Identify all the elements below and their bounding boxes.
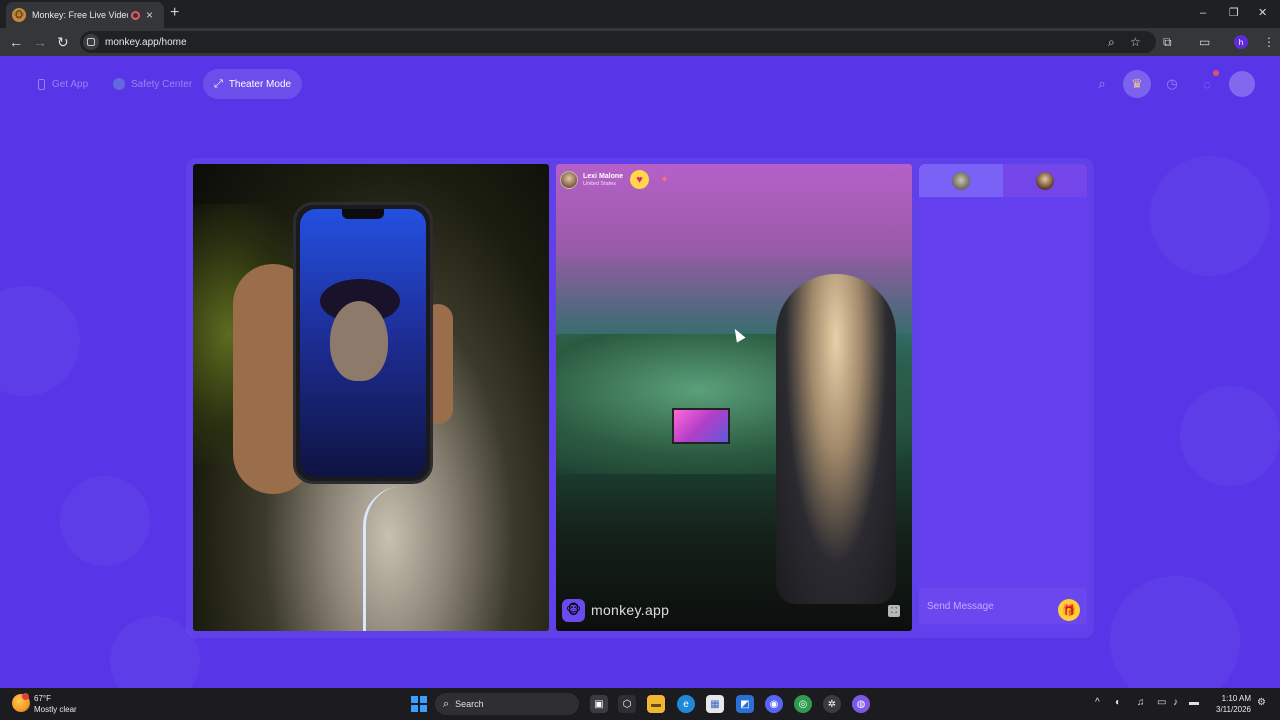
shield-icon (113, 78, 125, 90)
tab-close-icon[interactable]: × (146, 9, 153, 21)
phone-screen (300, 209, 426, 477)
remote-video (556, 164, 912, 631)
close-window-button[interactable]: ✕ (1258, 6, 1267, 20)
clock-date[interactable]: 3/11/2026 (1209, 705, 1251, 714)
browser-tab-bar: 🐵 Monkey: Free Live Video Chat × + – ❐ ✕ (0, 0, 1280, 28)
back-arrow-icon[interactable]: ← (9, 34, 23, 50)
avatar[interactable] (1229, 71, 1255, 97)
search-icon: ⌕ (443, 697, 450, 710)
zoom-icon[interactable]: ⌕ (1108, 36, 1115, 48)
chat-panel (919, 164, 1087, 631)
background-blob (1150, 156, 1270, 276)
bookmark-star-icon[interactable]: ☆ (1130, 36, 1141, 48)
site-info-icon[interactable] (83, 34, 99, 50)
heart-icon[interactable]: ♥ (630, 170, 649, 189)
tray-app-icon[interactable]: ◐ (1115, 697, 1121, 709)
extensions-icon[interactable]: ⧉ (1163, 35, 1172, 49)
tab-title: Monkey: Free Live Video Chat (32, 10, 128, 20)
remote-user-chip[interactable]: Lexi Malone United States (560, 169, 623, 191)
monkey-app-page: Get App Safety Center ⤢ Theater Mode ⌕ ♛… (0, 56, 1280, 688)
face (330, 301, 388, 381)
url-text: monkey.app/home (105, 36, 187, 48)
get-app-label: Get App (52, 78, 89, 90)
get-app-button[interactable]: Get App (27, 69, 99, 99)
safety-center-button[interactable]: Safety Center (102, 69, 203, 99)
reward-icon[interactable]: ✦ (657, 172, 672, 187)
tv (672, 408, 730, 444)
crown-icon[interactable]: ♛ (1123, 70, 1151, 98)
profile-avatar[interactable]: h (1234, 35, 1248, 49)
windows-icon[interactable] (411, 696, 427, 712)
phone-notch (342, 209, 384, 219)
theater-mode-button[interactable]: ⤢ Theater Mode (203, 69, 303, 99)
monkey-favicon-icon: 🐵 (12, 8, 26, 22)
search-icon[interactable]: ⌕ (1090, 72, 1114, 96)
remote-user-name: Lexi Malone (583, 172, 624, 180)
file-explorer-icon[interactable]: ▬ (647, 695, 665, 713)
edge-icon[interactable]: e (677, 695, 695, 713)
battery-icon[interactable]: ▬ (1189, 697, 1199, 709)
browser-tab[interactable]: 🐵 Monkey: Free Live Video Chat × (6, 2, 164, 28)
weather-desc: Mostly clear (34, 705, 77, 714)
browser-toolbar: ← → ↻ monkey.app/home ⌕ ☆ ⧉ ▭ h ⋮ (0, 28, 1280, 56)
side-panel-icon[interactable]: ▭ (1199, 35, 1210, 49)
weather-temp: 67°F (34, 694, 51, 703)
remote-user-avatar (560, 171, 578, 189)
restore-button[interactable]: ❐ (1229, 6, 1239, 20)
remote-person (776, 274, 896, 604)
weather-badge (22, 693, 29, 700)
fullscreen-icon[interactable]: ⛶ (888, 605, 900, 617)
theater-mode-icon: ⤢ (214, 77, 223, 90)
menu-dots-icon[interactable]: ⋮ (1263, 35, 1275, 49)
new-tab-button[interactable]: + (170, 5, 179, 21)
chrome-icon[interactable]: ◎ (794, 695, 812, 713)
chatgpt-icon[interactable]: ✲ (823, 695, 841, 713)
message-placeholder: Send Message (927, 600, 994, 612)
taskbar-search[interactable]: ⌕ Search (435, 693, 579, 715)
editor-icon[interactable]: ◩ (736, 695, 754, 713)
discord-icon[interactable]: ◉ (765, 695, 783, 713)
task-view-icon[interactable]: ▣ (590, 695, 608, 713)
copilot-icon[interactable]: ⬡ (618, 695, 636, 713)
store-icon[interactable]: ▦ (706, 695, 724, 713)
recording-icon (131, 10, 140, 20)
minimize-button[interactable]: – (1200, 6, 1206, 20)
remote-user-country: United States (583, 180, 617, 187)
local-video (193, 164, 549, 631)
monkey-logo-icon: 🐵 (562, 598, 585, 622)
tray-overflow-icon[interactable]: ^ (1095, 697, 1100, 709)
gift-icon[interactable]: 🎁 (1058, 599, 1080, 621)
forward-arrow-icon[interactable]: → (33, 34, 47, 50)
safety-center-label: Safety Center (131, 78, 193, 90)
windows-taskbar: 67°F Mostly clear ⌕ Search ▣ ⬡ ▬ e ▦ ◩ ◉… (0, 688, 1280, 720)
charging-cable (363, 486, 423, 631)
watermark-text: monkey.app (591, 602, 670, 618)
background-blob (60, 476, 150, 566)
partner-avatar (1036, 171, 1054, 190)
history-icon[interactable]: ◷ (1160, 72, 1184, 96)
self-avatar (952, 171, 970, 190)
background-blob (1110, 576, 1240, 688)
volume-icon[interactable]: ♪ (1173, 697, 1178, 709)
chat-tab-self[interactable] (919, 164, 1003, 197)
notification-badge (1213, 70, 1219, 76)
clock-time[interactable]: 1:10 AM (1217, 694, 1251, 703)
phone-icon (38, 78, 45, 90)
phone-image (293, 202, 433, 484)
theater-mode-label: Theater Mode (228, 78, 292, 90)
search-label: Search (455, 699, 484, 709)
app-icon[interactable]: ◍ (852, 695, 870, 713)
reload-icon[interactable]: ↻ (57, 34, 69, 50)
microphone-icon[interactable]: ♫ (1137, 697, 1145, 709)
background-blob (0, 286, 80, 396)
address-bar[interactable]: monkey.app/home ⌕ ☆ (80, 31, 1156, 53)
chat-tab-partner[interactable] (1003, 164, 1087, 197)
background-blob (1180, 386, 1280, 486)
network-icon[interactable]: ▭ (1157, 697, 1166, 709)
notifications-icon[interactable]: ⚙ (1257, 697, 1266, 709)
monkey-watermark: 🐵 monkey.app (562, 598, 669, 622)
